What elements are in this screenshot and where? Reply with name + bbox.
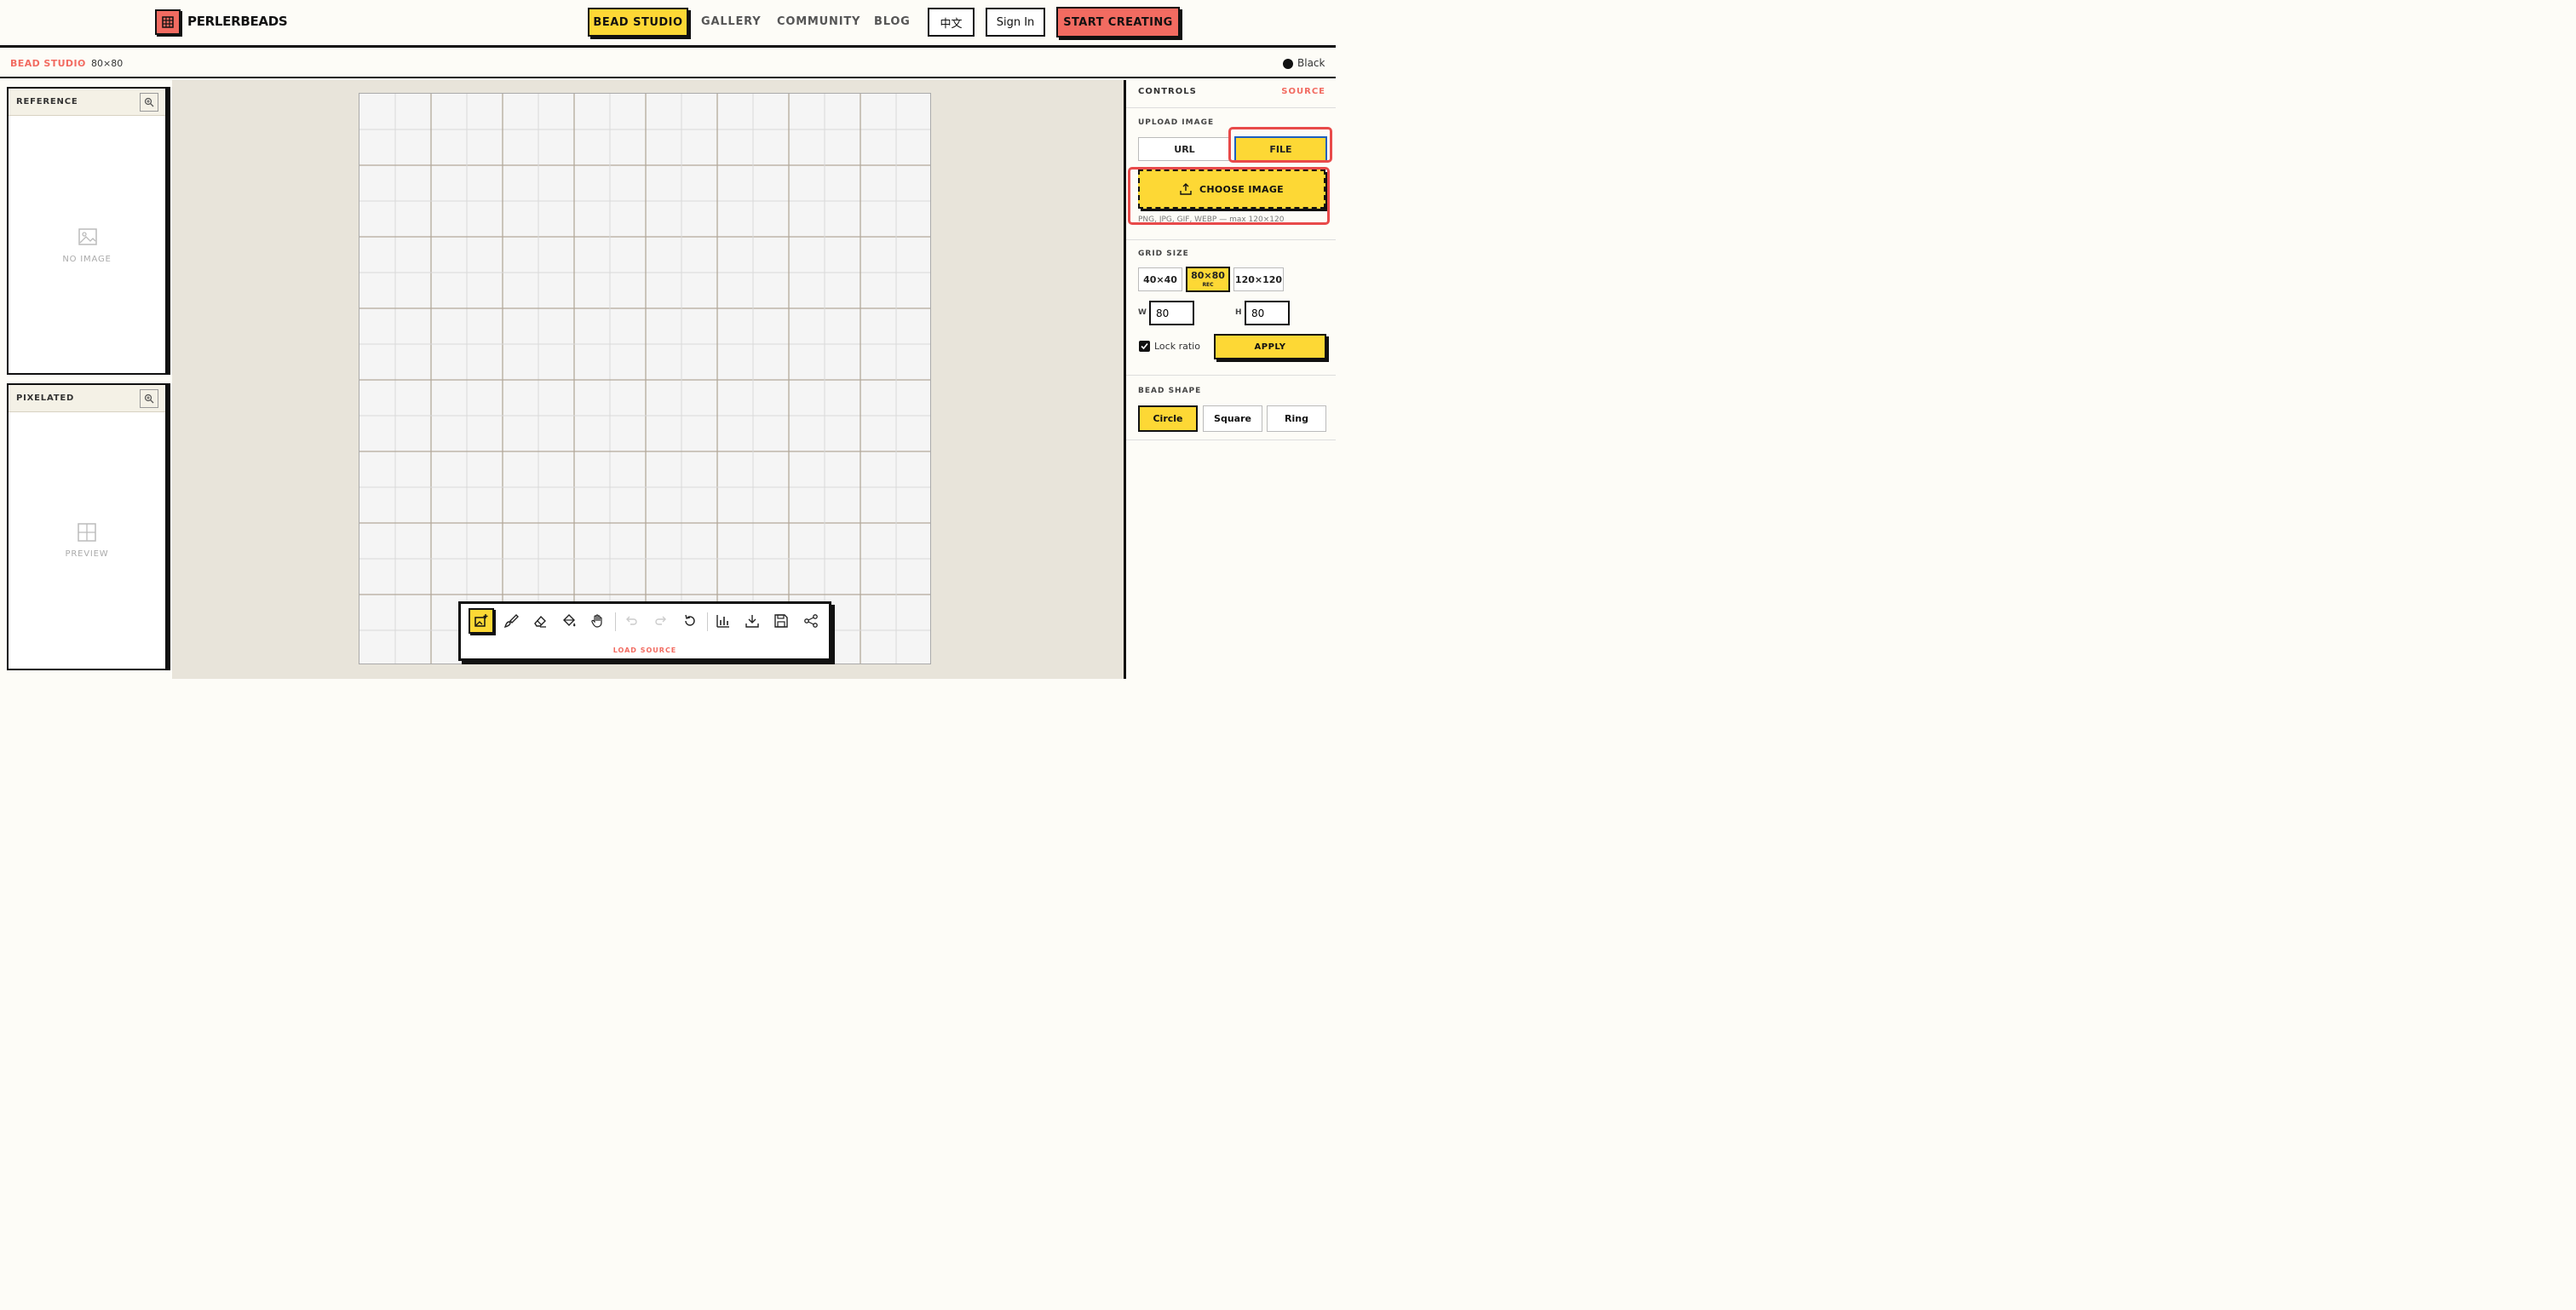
shape-circle[interactable]: Circle <box>1138 405 1198 432</box>
height-input[interactable] <box>1245 301 1290 325</box>
apply-button[interactable]: APPLY <box>1214 334 1326 359</box>
zoom-in-icon[interactable] <box>140 389 158 408</box>
highlight-box <box>1128 167 1330 225</box>
redo-icon[interactable] <box>648 608 674 634</box>
upload-image-label: UPLOAD IMAGE <box>1138 118 1215 127</box>
current-color-swatch[interactable] <box>1283 59 1293 69</box>
bead-grid-canvas[interactable] <box>359 93 931 664</box>
grid-size-80[interactable]: 80×80 REC <box>1186 267 1230 292</box>
share-icon[interactable] <box>798 608 824 634</box>
check-icon <box>1141 342 1148 350</box>
nav-gallery[interactable]: GALLERY <box>701 15 762 28</box>
pixelated-panel: PIXELATED PREVIEW <box>7 383 167 670</box>
save-icon[interactable] <box>768 608 794 634</box>
stats-icon[interactable] <box>710 608 736 634</box>
grid-placeholder-icon <box>78 523 96 545</box>
ai-image-icon[interactable] <box>469 608 494 634</box>
grid-size-40[interactable]: 40×40 <box>1138 267 1182 291</box>
nav-bead-studio[interactable]: BEAD STUDIO <box>588 8 688 37</box>
bead-shape-label: BEAD SHAPE <box>1138 387 1202 395</box>
brush-icon[interactable] <box>498 608 524 634</box>
controls-title: CONTROLS <box>1138 87 1197 96</box>
divider <box>1126 239 1336 240</box>
source-link[interactable]: SOURCE <box>1281 87 1325 96</box>
top-nav: PERLERBEADS BEAD STUDIO GALLERY COMMUNIT… <box>0 0 1336 48</box>
breadcrumb-separator: · <box>80 58 83 69</box>
download-icon[interactable] <box>739 608 765 634</box>
toolbar-divider <box>615 612 616 631</box>
left-column: REFERENCE NO IMAGE PIXELATED PREVIEW <box>0 80 172 679</box>
start-creating-button[interactable]: START CREATING <box>1056 7 1180 37</box>
eraser-icon[interactable] <box>527 608 553 634</box>
canvas-toolbar: LOAD SOURCE <box>458 601 831 661</box>
pan-hand-icon[interactable] <box>585 608 611 634</box>
language-button[interactable]: 中文 <box>928 8 975 37</box>
breadcrumb: BEAD STUDIO · 80×80 <box>0 50 1336 78</box>
width-input[interactable] <box>1149 301 1194 325</box>
controls-panel: CONTROLS SOURCE UPLOAD IMAGE URL FILE CH… <box>1124 80 1336 679</box>
lock-ratio-label[interactable]: Lock ratio <box>1154 341 1200 352</box>
zoom-in-icon[interactable] <box>140 93 158 112</box>
height-label: H <box>1235 308 1242 317</box>
nav-community[interactable]: COMMUNITY <box>777 15 860 28</box>
reset-icon[interactable] <box>677 608 703 634</box>
logo-grid-icon[interactable] <box>155 9 181 35</box>
toolbar-divider <box>707 612 708 631</box>
image-placeholder-icon <box>78 227 98 250</box>
preview-label: PREVIEW <box>65 549 109 559</box>
undo-icon[interactable] <box>618 608 644 634</box>
shape-square[interactable]: Square <box>1203 405 1262 432</box>
breadcrumb-studio[interactable]: BEAD STUDIO <box>10 58 86 69</box>
grid-size-80-label: 80×80 <box>1191 270 1225 281</box>
no-image-label: NO IMAGE <box>62 255 112 264</box>
breadcrumb-size: 80×80 <box>91 58 124 69</box>
reference-panel: REFERENCE NO IMAGE <box>7 87 167 375</box>
highlight-box <box>1228 127 1332 163</box>
pixelated-title: PIXELATED <box>16 394 75 403</box>
sign-in-button[interactable]: Sign In <box>986 8 1045 37</box>
lock-ratio-checkbox[interactable] <box>1139 341 1150 352</box>
grid-size-120[interactable]: 120×120 <box>1233 267 1284 291</box>
brand-name[interactable]: PERLERBEADS <box>187 14 288 29</box>
current-color-name[interactable]: Black <box>1297 57 1325 69</box>
reference-title: REFERENCE <box>16 97 78 106</box>
toolbar-caption: LOAD SOURCE <box>612 646 677 654</box>
grid-size-label: GRID SIZE <box>1138 250 1189 258</box>
width-label: W <box>1138 308 1147 317</box>
url-tab[interactable]: URL <box>1138 137 1231 161</box>
fill-bucket-icon[interactable] <box>556 608 582 634</box>
divider <box>1126 375 1336 376</box>
recommended-badge: REC <box>1202 282 1214 288</box>
shape-ring[interactable]: Ring <box>1267 405 1326 432</box>
nav-blog[interactable]: BLOG <box>874 15 911 28</box>
